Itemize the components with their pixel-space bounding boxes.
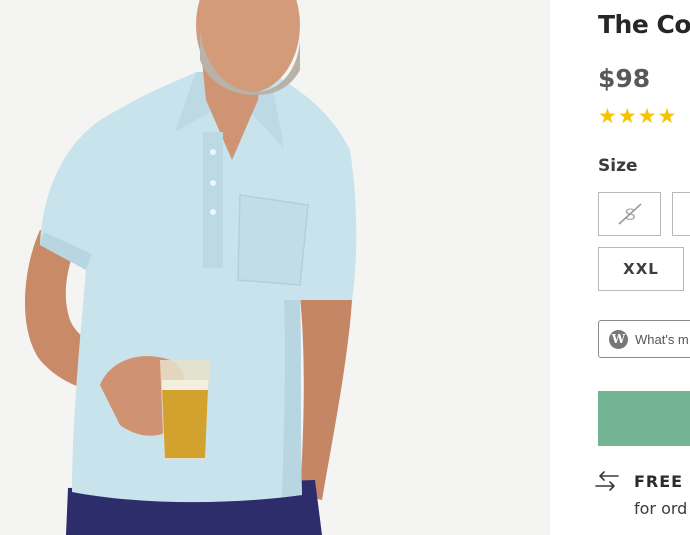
product-info-panel: The Co $98 ★★★★ Size S XXL W What's m FR… [550, 0, 690, 535]
rating-stars[interactable]: ★★★★ [598, 104, 677, 128]
free-shipping-subtitle: for ord [634, 499, 688, 518]
add-to-cart-button[interactable] [598, 391, 690, 446]
product-title: The Co [598, 10, 690, 39]
sold-out-size-icon: S [617, 203, 642, 225]
free-shipping-title: FREE S [634, 472, 690, 491]
product-price: $98 [598, 64, 651, 93]
product-photo [0, 0, 550, 535]
fit-advisor-button[interactable]: W What's m [598, 320, 690, 358]
exchange-arrows-icon [595, 471, 619, 491]
size-option-s[interactable]: S [598, 192, 661, 236]
product-image[interactable] [0, 0, 550, 535]
size-option-xxl[interactable]: XXL [598, 247, 684, 291]
size-option-next[interactable] [672, 192, 690, 236]
fit-advisor-label: What's m [635, 331, 689, 347]
w-logo-icon: W [609, 329, 628, 349]
size-label: Size [598, 156, 638, 176]
